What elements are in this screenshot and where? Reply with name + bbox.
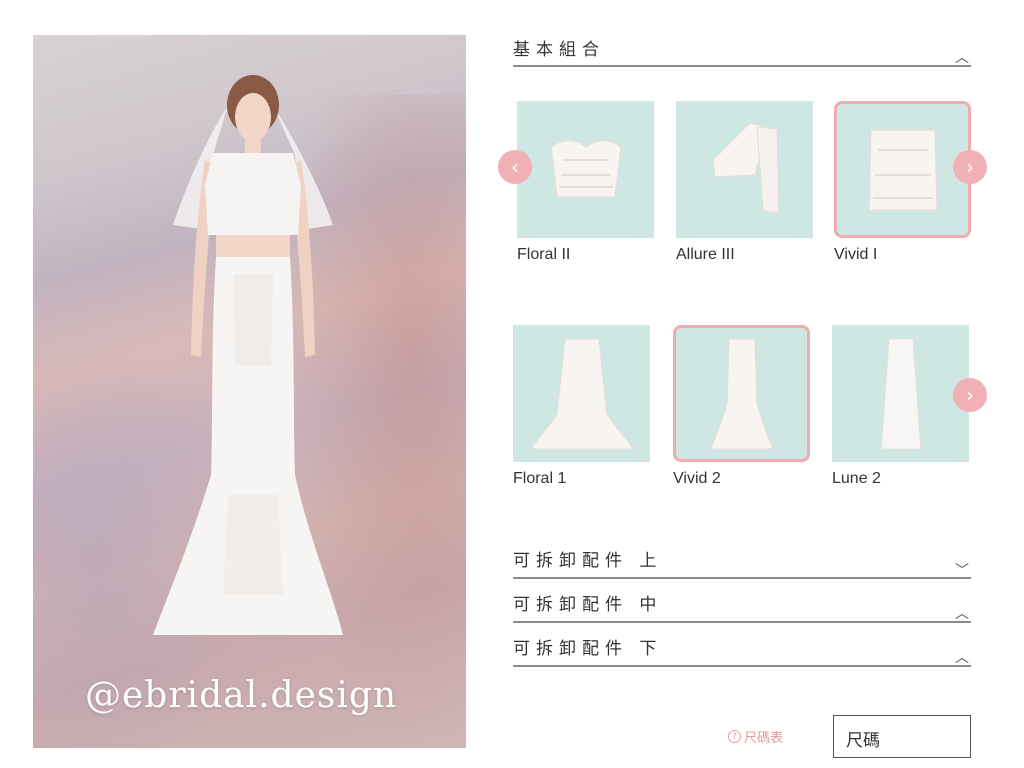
option-bottom-lune-2[interactable]: Lune 2 — [832, 325, 969, 488]
thumbnail — [832, 325, 969, 462]
option-label: Lune 2 — [832, 470, 881, 487]
mermaid-skirt-icon — [709, 338, 774, 449]
chevron-right-icon: › — [966, 383, 974, 407]
section-title: 可拆卸配件 中 — [513, 595, 663, 615]
chevron-up-icon[interactable]: ︿ — [955, 607, 969, 621]
carousel-prev-button[interactable]: ‹ — [498, 150, 532, 184]
section-title: 基本組合 — [513, 40, 605, 60]
section-title: 可拆卸配件 上 — [513, 551, 663, 571]
option-top-vivid-i[interactable]: Vivid I — [834, 101, 971, 264]
option-top-floral-ii[interactable]: Floral II — [517, 101, 654, 264]
option-bottom-vivid-2[interactable]: Vivid 2 — [673, 325, 810, 488]
chevron-right-icon: › — [966, 155, 974, 179]
lace-crop-top-icon — [867, 129, 938, 210]
size-select[interactable]: 尺碼 — [833, 715, 971, 758]
corset-top-icon — [549, 139, 622, 197]
option-bottom-floral-1[interactable]: Floral 1 — [513, 325, 650, 488]
thumbnail — [513, 325, 650, 462]
option-label: Vivid 2 — [673, 470, 721, 487]
section-title: 可拆卸配件 下 — [513, 639, 663, 659]
chevron-up-icon[interactable]: ︿ — [955, 651, 969, 665]
option-label: Floral 1 — [513, 470, 567, 487]
section-accessory-upper[interactable]: 可拆卸配件 上 ﹀ — [513, 546, 971, 579]
size-chart-label: 尺碼表 — [744, 731, 784, 746]
outfit-preview: @ebridal.design — [33, 35, 466, 748]
thumbnail — [676, 101, 813, 238]
chevron-left-icon: ‹ — [511, 155, 519, 179]
question-icon: ? — [728, 730, 741, 743]
tops-carousel: Floral II Allure III Vivid I — [513, 101, 971, 276]
option-label: Floral II — [517, 246, 571, 263]
option-top-allure-iii[interactable]: Allure III — [676, 101, 813, 264]
section-accessory-middle[interactable]: 可拆卸配件 中 ︿ — [513, 590, 971, 623]
thumbnail — [834, 101, 971, 238]
tulle-skirt-icon — [529, 338, 634, 449]
bride-model-image — [153, 75, 343, 635]
chevron-up-icon[interactable]: ︿ — [955, 51, 969, 65]
chevron-down-icon[interactable]: ﹀ — [955, 564, 969, 578]
carousel-next-button[interactable]: › — [953, 378, 987, 412]
thumbnail — [517, 101, 654, 238]
thumbnail — [673, 325, 810, 462]
bottoms-carousel: Floral 1 Vivid 2 Lune 2 — [513, 325, 971, 500]
column-skirt-icon — [879, 338, 922, 449]
carousel-next-button[interactable]: › — [953, 150, 987, 184]
section-accessory-lower[interactable]: 可拆卸配件 下 ︿ — [513, 634, 971, 667]
one-shoulder-top-icon — [711, 121, 780, 214]
watermark-text: @ebridal.design — [85, 675, 398, 716]
option-label: Vivid I — [834, 246, 878, 263]
size-chart-link[interactable]: ? 尺碼表 — [728, 727, 783, 746]
option-label: Allure III — [676, 246, 735, 263]
section-basic-set[interactable]: 基本組合 ︿ — [513, 35, 971, 67]
